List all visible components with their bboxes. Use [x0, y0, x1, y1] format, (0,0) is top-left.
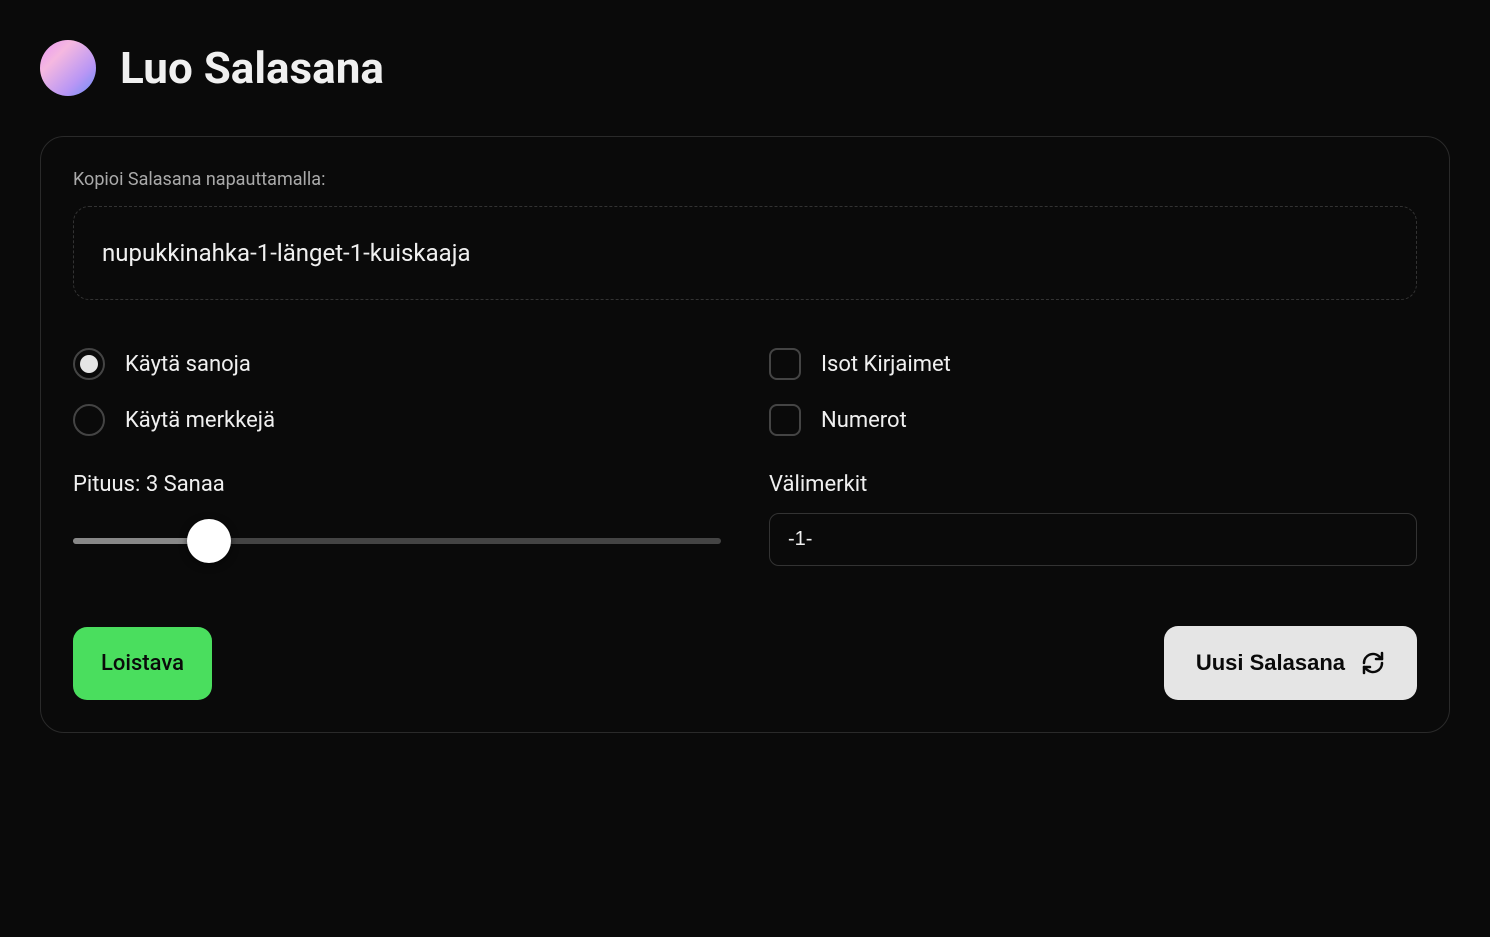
use-words-option[interactable]: Käytä sanoja — [73, 348, 721, 380]
slider-section: Pituus: 3 Sanaa Välimerkit — [73, 472, 1417, 566]
app-logo — [40, 40, 96, 96]
copy-instruction-label: Kopioi Salasana napauttamalla: — [73, 169, 1417, 190]
use-words-label: Käytä sanoja — [125, 352, 251, 377]
use-chars-radio[interactable] — [73, 404, 105, 436]
refresh-icon — [1361, 651, 1385, 675]
delimiter-label: Välimerkit — [769, 472, 1417, 497]
use-words-radio[interactable] — [73, 348, 105, 380]
numbers-checkbox[interactable] — [769, 404, 801, 436]
strength-badge: Loistava — [73, 627, 212, 700]
uppercase-checkbox[interactable] — [769, 348, 801, 380]
length-slider[interactable] — [73, 517, 721, 565]
generate-button-label: Uusi Salasana — [1196, 650, 1345, 676]
generator-card: Kopioi Salasana napauttamalla: nupukkina… — [40, 136, 1450, 733]
app-header: Luo Salasana — [40, 40, 1450, 96]
slider-track — [73, 538, 721, 544]
uppercase-option[interactable]: Isot Kirjaimet — [769, 348, 1417, 380]
numbers-label: Numerot — [821, 408, 907, 433]
length-label: Pituus: 3 Sanaa — [73, 472, 721, 497]
length-slider-group: Pituus: 3 Sanaa — [73, 472, 721, 565]
page-title: Luo Salasana — [120, 42, 384, 94]
options-grid: Käytä sanoja Isot Kirjaimet Käytä merkke… — [73, 348, 1417, 436]
slider-thumb[interactable] — [187, 519, 231, 563]
card-footer: Loistava Uusi Salasana — [73, 626, 1417, 700]
numbers-option[interactable]: Numerot — [769, 404, 1417, 436]
generate-button[interactable]: Uusi Salasana — [1164, 626, 1417, 700]
delimiter-group: Välimerkit — [769, 472, 1417, 566]
use-chars-option[interactable]: Käytä merkkejä — [73, 404, 721, 436]
uppercase-label: Isot Kirjaimet — [821, 352, 951, 377]
delimiter-input[interactable] — [769, 513, 1417, 566]
use-chars-label: Käytä merkkejä — [125, 408, 275, 433]
password-output[interactable]: nupukkinahka-1-länget-1-kuiskaaja — [73, 206, 1417, 300]
